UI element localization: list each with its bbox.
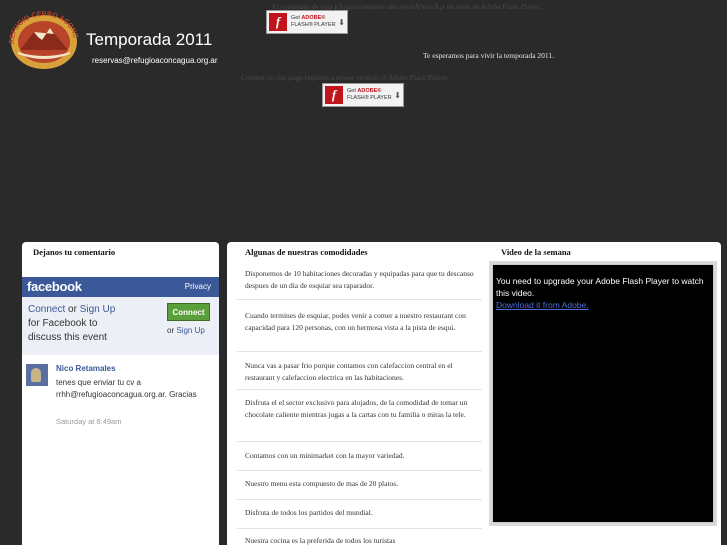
facebook-signup-link[interactable]: Sign Up [80, 304, 116, 315]
content-panel: Algunas de nuestras comodidades Video de… [227, 242, 721, 545]
facebook-connect-prompt: Connect or Sign Up for Facebook to discu… [28, 304, 116, 343]
season-tagline: Te esperamos para vivir la temporada 201… [423, 51, 555, 60]
video-screen[interactable]: You need to upgrade your Adobe Flash Pla… [492, 264, 714, 523]
video-upgrade-message: You need to upgrade your Adobe Flash Pla… [496, 276, 704, 298]
download-adobe-link[interactable]: Download it from Adobe. [496, 299, 710, 311]
amenities-list: Disponemos de 10 habitaciones decoradas … [237, 262, 482, 545]
facebook-signup-link-2[interactable]: Sign Up [176, 326, 204, 335]
comments-heading: Dejanos tu comentario [33, 247, 116, 257]
video-player[interactable]: You need to upgrade your Adobe Flash Pla… [489, 261, 717, 526]
list-item: Contamos con un minimarket con la mayor … [237, 442, 482, 471]
list-item: Nunca vas a pasar frio porque contamos c… [237, 352, 482, 390]
video-heading: Video de la semana [501, 247, 571, 257]
facebook-connect-link[interactable]: Connect [28, 304, 65, 315]
flash-logo-icon: f [325, 86, 343, 104]
facebook-or-signup: or Sign Up [167, 326, 205, 335]
facebook-privacy-link[interactable]: Privacy [185, 282, 211, 291]
site-title: Temporada 2011 [86, 30, 213, 49]
facebook-connect-area: Connect or Sign Up for Facebook to discu… [22, 297, 219, 355]
facebook-header-bar: facebook Privacy [22, 277, 219, 297]
list-item: Disfruta el el sector exclusivo para alo… [237, 390, 482, 442]
download-arrow-icon: ⬇ [394, 90, 401, 100]
contact-email: reservas@refugioaconcagua.org.ar [92, 56, 218, 65]
list-item: Disponemos de 10 habitaciones decoradas … [237, 262, 482, 300]
comment-text: tenes que enviar tu cv a rrhh@refugioaco… [56, 378, 197, 399]
list-item: Cuando termines de esquiar, podes venir … [237, 300, 482, 352]
flash-button-label: Get ADOBE® FLASH® PLAYER [291, 15, 336, 28]
facebook-connect-button[interactable]: Connect [167, 303, 210, 321]
flash-button-label: Get ADOBE® FLASH® PLAYER [347, 88, 392, 101]
comment-timestamp: Saturday at 8:49am [56, 417, 122, 426]
list-item: Nuestra cocina es la preferida de todos … [245, 536, 396, 545]
list-item: Disfruta de todos los partidos del mundi… [237, 500, 482, 529]
avatar[interactable] [26, 364, 48, 386]
list-item: Nuestro menu esta compuesto de mas de 20… [237, 471, 482, 500]
flash-upgrade-message-en: Content on this page requires a newer ve… [241, 73, 449, 82]
get-flash-player-button-2[interactable]: f Get ADOBE® FLASH® PLAYER ⬇ [322, 83, 404, 107]
comment-author[interactable]: Nico Retamales [56, 364, 116, 373]
facebook-logo[interactable]: facebook [27, 279, 82, 294]
comments-panel: Dejanos tu comentario facebook Privacy C… [22, 242, 219, 545]
get-flash-player-button[interactable]: f Get ADOBE® FLASH® PLAYER ⬇ [266, 10, 348, 34]
download-arrow-icon: ⬇ [338, 17, 345, 27]
flash-logo-icon: f [269, 13, 287, 31]
amenities-heading: Algunas de nuestras comodidades [245, 247, 368, 257]
refugio-logo[interactable]: REFUGIO CERRO ACONCAGUA [3, 5, 86, 70]
